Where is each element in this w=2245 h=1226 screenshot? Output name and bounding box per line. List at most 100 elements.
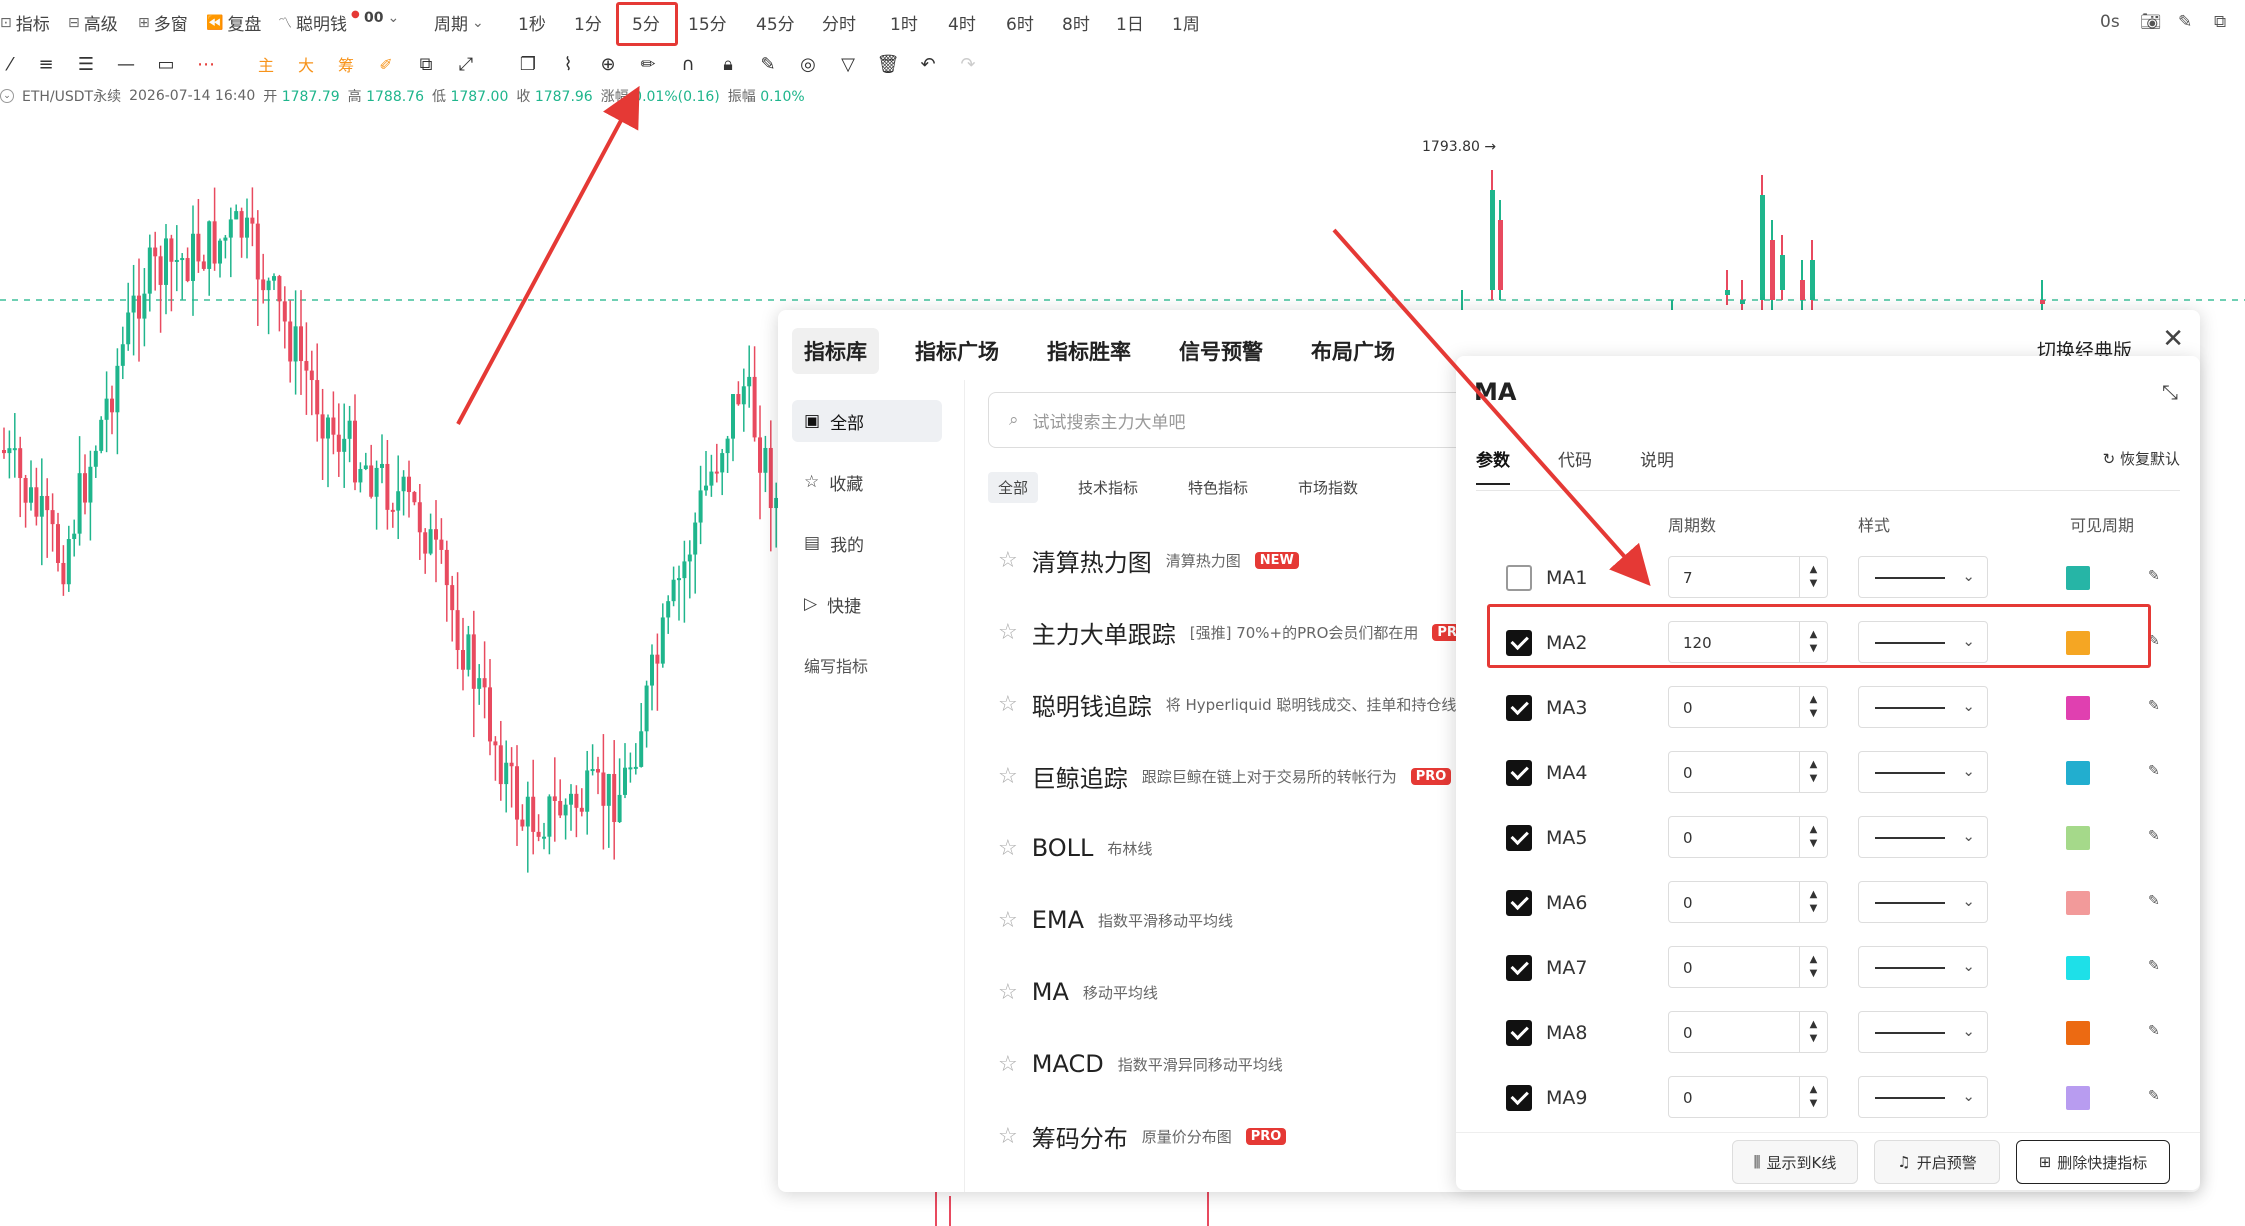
interval-11[interactable]: 1周 [1172,10,1200,35]
ma-checkbox[interactable] [1506,955,1532,981]
brush-icon[interactable]: ✐ [372,50,400,78]
star-icon[interactable]: ☆ [998,908,1018,933]
star-icon[interactable]: ☆ [998,980,1018,1005]
tab-indicator-library[interactable]: 指标库 [792,328,879,374]
edit-icon[interactable]: ✎ [2148,828,2160,844]
sidebar-item-all[interactable]: ▣ 全部 [792,400,942,442]
chevron-up-icon[interactable]: ▲ [1810,1083,1818,1097]
color-swatch[interactable] [2066,1021,2090,1045]
measure-icon[interactable]: ⤢ [452,50,480,78]
toolbar-oo-button[interactable]: 00 ⌄ [364,10,399,26]
close-icon[interactable]: ✕ [2162,324,2184,354]
toolbar-smart-money-button[interactable]: 〽聪明钱 ● [278,9,360,35]
color-swatch[interactable] [2066,696,2090,720]
stepper[interactable]: ▲ ▼ [1799,1077,1827,1117]
chevron-down-icon[interactable]: ▼ [1810,1097,1818,1111]
chevron-up-icon[interactable]: ▲ [1810,563,1818,577]
toolbar-multiwindow-button[interactable]: ⊞ 多窗 [138,10,188,36]
zoom-icon[interactable]: ⊕ [594,50,622,78]
ma-checkbox[interactable] [1506,565,1532,591]
stepper[interactable]: ▲ ▼ [1799,752,1827,792]
pen-icon[interactable]: ✎ [2178,12,2192,32]
main-force-tool[interactable]: 主 [252,50,280,78]
restore-default-button[interactable]: ↻ 恢复默认 [2103,448,2180,469]
ma-checkbox[interactable] [1506,760,1532,786]
chevron-up-icon[interactable]: ▲ [1810,888,1818,902]
toolbar-period-button[interactable]: 周期 ⌄ [434,10,484,36]
color-swatch[interactable] [2066,956,2090,980]
edit-icon[interactable]: ✎ [2148,698,2160,714]
period-input[interactable]: 0 ▲ ▼ [1668,946,1828,988]
chevron-down-icon[interactable]: ▼ [1810,707,1818,721]
star-icon[interactable]: ☆ [998,764,1018,789]
tab-indicator-winrate[interactable]: 指标胜率 [1035,328,1143,374]
chevron-down-icon[interactable]: ▼ [1810,1032,1818,1046]
ma-checkbox[interactable] [1506,1020,1532,1046]
color-swatch[interactable] [2066,891,2090,915]
line-style-select[interactable]: ⌄ [1858,1011,1988,1053]
line-style-select[interactable]: ⌄ [1858,816,1988,858]
ma-checkbox[interactable] [1506,1085,1532,1111]
filter-all[interactable]: 全部 [988,472,1039,503]
filter-featured[interactable]: 特色指标 [1178,472,1258,503]
interval-9[interactable]: 8时 [1062,10,1090,35]
ma-checkbox[interactable] [1506,825,1532,851]
edit-icon[interactable]: ✎ [2148,568,2160,584]
edit-icon[interactable]: ✎ [2148,763,2160,779]
chevron-down-icon[interactable]: ▼ [1810,837,1818,851]
ma-checkbox[interactable] [1506,695,1532,721]
star-icon[interactable]: ☆ [998,620,1018,645]
star-icon[interactable]: ☆ [998,1052,1018,1077]
copy-icon[interactable]: ❐ [514,50,542,78]
line-style-select[interactable]: ⌄ [1858,946,1988,988]
interval-4[interactable]: 45分 [756,10,795,35]
stepper[interactable]: ▲ ▼ [1799,947,1827,987]
color-swatch[interactable] [2066,1086,2090,1110]
line-style-select[interactable]: ⌄ [1858,686,1988,728]
interval-8[interactable]: 6时 [1006,10,1034,35]
fullscreen-icon[interactable]: ⧉ [2214,12,2226,32]
chevron-up-icon[interactable]: ▲ [1810,823,1818,837]
interval-1[interactable]: 1分 [574,10,602,35]
star-icon[interactable]: ☆ [998,548,1018,573]
parallel-lines-icon[interactable]: ≡ [32,50,60,78]
trash-icon[interactable]: 🗑︎ [874,50,902,78]
toolbar-replay-button[interactable]: ⏪ 复盘 [206,10,261,36]
chevron-up-icon[interactable]: ▲ [1810,953,1818,967]
sidebar-item-write-indicator[interactable]: 编写指标 [792,644,942,686]
period-input[interactable]: 0 ▲ ▼ [1668,816,1828,858]
enable-alert-button[interactable]: ♫ 开启预警 [1874,1140,2000,1184]
color-swatch[interactable] [2066,826,2090,850]
interval-3[interactable]: 15分 [688,10,727,35]
star-icon[interactable]: ☆ [998,692,1018,717]
color-swatch[interactable] [2066,761,2090,785]
ray-icon[interactable]: — [112,50,140,78]
chevron-up-icon[interactable]: ▲ [1810,758,1818,772]
eye-off-icon[interactable]: ◎ [794,50,822,78]
line-style-select[interactable]: ⌄ [1858,556,1988,598]
trendline-icon[interactable]: ⁄ [0,50,24,78]
period-input[interactable]: 0 ▲ ▼ [1668,686,1828,728]
sidebar-item-favorites[interactable]: ☆ 收藏 [792,461,942,503]
tab-signal-alert[interactable]: 信号预警 [1167,328,1275,374]
period-input[interactable]: 0 ▲ ▼ [1668,1011,1828,1053]
line-style-select[interactable]: ⌄ [1858,751,1988,793]
show-on-kline-button[interactable]: ⫼ 显示到K线 [1732,1140,1858,1184]
layers-icon[interactable]: ⧉ [412,50,440,78]
undo-icon[interactable]: ↶ [914,50,942,78]
stepper[interactable]: ▲ ▼ [1799,687,1827,727]
stepper[interactable]: ▲ ▼ [1799,817,1827,857]
period-input[interactable]: 0 ▲ ▼ [1668,1076,1828,1118]
sidebar-item-mine[interactable]: ▤ 我的 [792,522,942,564]
magnet-icon[interactable]: ∩ [674,50,702,78]
filter-technical[interactable]: 技术指标 [1068,472,1148,503]
color-swatch[interactable] [2066,566,2090,590]
horizontal-lines-icon[interactable]: ☰ [72,50,100,78]
period-input[interactable]: 0 ▲ ▼ [1668,881,1828,923]
tab-code[interactable]: 代码 [1558,446,1592,485]
period-input[interactable]: 0 ▲ ▼ [1668,751,1828,793]
line-style-select[interactable]: ⌄ [1858,1076,1988,1118]
large-order-tool[interactable]: 大 [292,50,320,78]
stepper[interactable]: ▲ ▼ [1799,557,1827,597]
redo-icon[interactable]: ↷ [954,50,982,78]
